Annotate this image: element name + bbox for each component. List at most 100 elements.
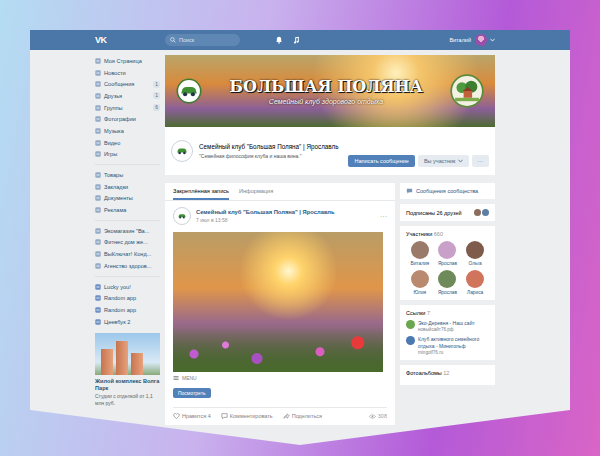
menu-icon [95, 319, 101, 325]
counter-badge: 1 [153, 81, 160, 88]
ad-image [95, 333, 160, 375]
menu-icon [95, 263, 101, 269]
sidebar-item[interactable]: Игры [95, 149, 160, 161]
sidebar-section: ТоварыЗакладкиДокументыРеклама [95, 164, 160, 216]
sidebar-item[interactable]: ВыКлючат! Конд... [95, 248, 160, 260]
menu-icon [95, 140, 101, 146]
ad-title[interactable]: Жилой комплекс Волга Парк [95, 378, 160, 392]
sidebar-item[interactable]: Агенство здоров... [95, 260, 160, 272]
group-status: "Семейная философия клуба и наша вина." [199, 153, 342, 159]
friend-avatar-icon [482, 209, 489, 216]
sidebar-item[interactable]: Моя Страница [95, 55, 160, 67]
sidebar-item[interactable]: Товары [95, 169, 160, 181]
sidebar-item[interactable]: Random app [95, 304, 160, 316]
menu-icon [95, 58, 101, 64]
eye-icon [369, 414, 376, 419]
comment-icon [221, 413, 228, 419]
member-button[interactable]: Вы участник [418, 155, 469, 167]
sidebar-item[interactable]: Новости [95, 67, 160, 79]
menu-icon [95, 195, 101, 201]
message-button[interactable]: Написать сообщение [348, 155, 414, 167]
like-button[interactable]: Нравится 4 [173, 413, 211, 419]
counter-badge: 1 [153, 92, 160, 99]
user-name[interactable]: Виталий [449, 37, 471, 43]
sidebar-item[interactable]: Музыка [95, 125, 160, 137]
wall-tab[interactable]: Закреплённая запись [173, 183, 229, 200]
search-icon [170, 37, 176, 43]
vk-window: VKПоискВиталийМоя СтраницаНовостиСообщен… [30, 30, 570, 445]
sidebar-item[interactable]: Группы6 [95, 102, 160, 114]
post-date[interactable]: 7 июл в 13:58 [196, 217, 375, 223]
menu-icon [95, 93, 101, 99]
member-avatar-icon [411, 270, 429, 288]
link-item[interactable]: Эко-Деревня - Наш сайтновыйсайт76.рф [406, 320, 489, 332]
sidebar-item[interactable]: Документы [95, 193, 160, 205]
member-avatar-icon [438, 241, 456, 259]
link-thumb-icon [406, 320, 415, 329]
caret-icon[interactable] [490, 38, 495, 42]
links-box: Ссылки 7 Эко-Деревня - Наш сайтновыйсайт7… [400, 305, 495, 360]
vk-logo[interactable]: VK [95, 35, 165, 45]
member[interactable]: Юлия [406, 270, 434, 295]
share-icon [283, 413, 290, 419]
sidebar: Моя СтраницаНовостиСообщения1Друзья1Груп… [95, 55, 160, 425]
menu-icon [95, 172, 101, 178]
post-menu-button[interactable]: ··· [380, 213, 387, 220]
group-avatar-icon[interactable] [171, 140, 193, 162]
sidebar-item[interactable]: Цеевбук 2 [95, 316, 160, 328]
cover-subtitle: Семейный клуб здорового отдыха [211, 98, 441, 105]
user-avatar-icon[interactable] [475, 34, 487, 46]
ad-block[interactable]: Жилой комплекс Волга ПаркСтудии с отделк… [95, 333, 160, 406]
sidebar-item[interactable]: Экомагазин "Ва... [95, 225, 160, 237]
pinned-post: Семейный клуб "Большая Поляна" | Ярослав… [165, 201, 395, 425]
bell-icon[interactable] [275, 36, 283, 44]
message-icon [406, 188, 413, 194]
member[interactable]: Ярослав [434, 241, 462, 266]
cover-title: БОЛЬШАЯ ПОЛЯНА [211, 77, 441, 96]
comment-button[interactable]: Комментировать [221, 413, 273, 419]
ad-text: Студии с отделкой от 1,1 млн руб. [95, 393, 160, 406]
more-button[interactable]: ··· [472, 155, 490, 167]
friends-following[interactable]: Подписаны 26 друзей [400, 204, 495, 221]
wall-tab[interactable]: Информация [239, 183, 273, 200]
member[interactable]: Ольга [461, 241, 489, 266]
club-logo-icon [173, 75, 205, 107]
post-image[interactable] [173, 232, 383, 372]
wall: Закреплённая запись Информация Семейный кл… [165, 183, 395, 425]
link-thumb-icon [406, 336, 415, 345]
menu-icon [95, 151, 101, 157]
member[interactable]: Виталия [406, 241, 434, 266]
menu-label: MENU [182, 375, 197, 381]
farm-logo-icon [447, 71, 487, 111]
links-title[interactable]: Ссылки 7 [406, 310, 489, 316]
member[interactable]: Ярослав [434, 270, 462, 295]
sidebar-item[interactable]: Видео [95, 137, 160, 149]
view-button[interactable]: Посмотреть [173, 388, 211, 398]
sidebar-item[interactable]: Random app [95, 292, 160, 304]
sidebar-item[interactable]: Фитнес дом же... [95, 237, 160, 249]
community-messages[interactable]: Сообщения сообщества [400, 183, 495, 199]
menu-icon [95, 105, 101, 111]
menu-icon [95, 128, 101, 134]
share-button[interactable]: Поделиться [283, 413, 322, 419]
sidebar-item[interactable]: Фотографии [95, 113, 160, 125]
heart-icon [173, 413, 180, 419]
sidebar-item[interactable]: Сообщения1 [95, 78, 160, 90]
cover: БОЛЬШАЯ ПОЛЯНА Семейный клуб здорового от… [165, 55, 495, 127]
post-avatar-icon[interactable] [173, 207, 191, 225]
sidebar-item[interactable]: Реклама [95, 204, 160, 216]
members-box: Участники 660ВиталияЯрославОльгаЮлияЯрос… [400, 226, 495, 300]
sidebar-section: Lucky you!Random appRandom appЦеевбук 2 [95, 276, 160, 328]
music-icon[interactable] [292, 36, 300, 44]
albums-title[interactable]: Фотоальбомы 12 [406, 370, 489, 376]
menu-icon [95, 116, 101, 122]
search-field[interactable]: Поиск [165, 34, 240, 46]
post-author[interactable]: Семейный клуб "Большая Поляна" | Ярослав… [196, 209, 375, 217]
sidebar-item[interactable]: Lucky you! [95, 281, 160, 293]
member[interactable]: Лариса [461, 270, 489, 295]
menu-icon [95, 307, 101, 313]
members-title[interactable]: Участники 660 [406, 231, 489, 237]
sidebar-item[interactable]: Друзья1 [95, 90, 160, 102]
link-item[interactable]: Клуб активного семейного отдыха - Миниго… [406, 336, 489, 355]
sidebar-item[interactable]: Закладки [95, 181, 160, 193]
